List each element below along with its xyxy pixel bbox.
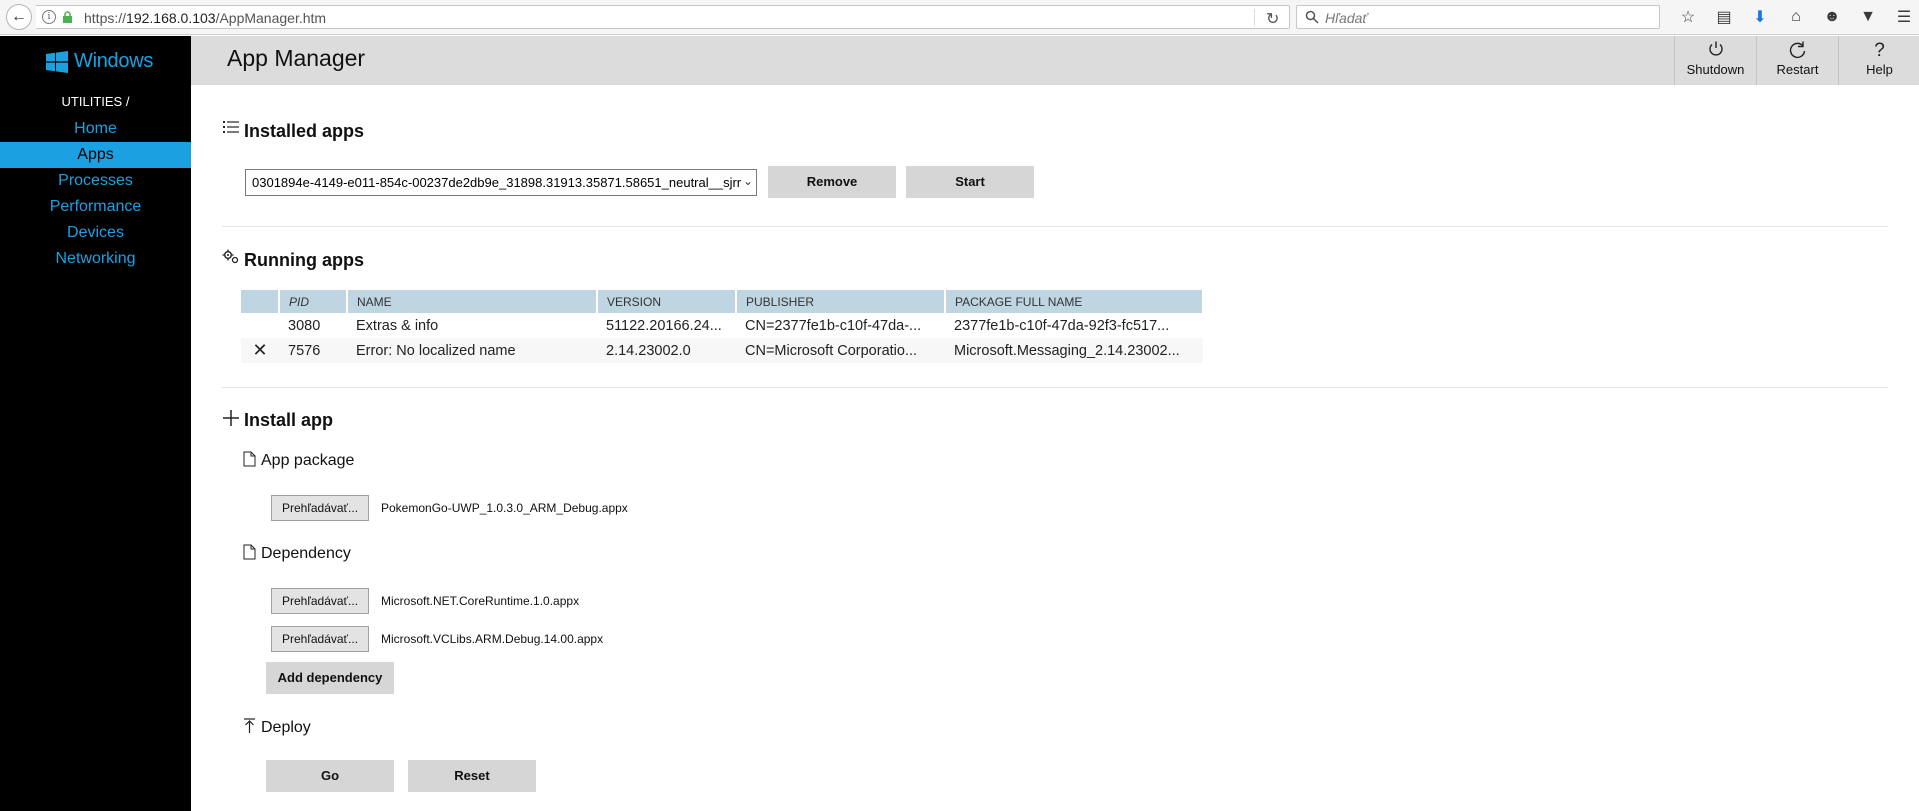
page-title: App Manager (227, 45, 366, 71)
app-package-label: App package (261, 452, 355, 469)
chevron-down-icon: ⌄ (740, 174, 753, 188)
table-header-row: PID NAME VERSION PUBLISHER PACKAGE FULL … (241, 290, 1204, 313)
search-input[interactable]: Hľadať (1296, 5, 1660, 29)
deploy-label: Deploy (261, 719, 311, 736)
name-cell: Extras & info (356, 317, 439, 334)
column-header-version[interactable]: VERSION (597, 290, 737, 313)
lock-icon (63, 11, 72, 23)
plus-icon (223, 410, 239, 426)
sidebar-item-networking[interactable]: Networking (0, 246, 191, 272)
column-header-package[interactable]: PACKAGE FULL NAME (945, 290, 1204, 313)
address-bar[interactable]: i https://192.168.0.103/AppManager.htm ↻ (36, 5, 1290, 29)
installed-app-select[interactable]: 0301894e-4149-e011-854c-00237de2db9e_318… (245, 169, 757, 196)
publisher-cell: CN=2377fe1b-c10f-47da-... (745, 317, 922, 334)
app-package-file-name: PokemonGo-UWP_1.0.3.0_ARM_Debug.appx (381, 501, 628, 515)
dependency-label: Dependency (261, 545, 351, 562)
bookmarks-list-icon[interactable]: ▤ (1706, 6, 1742, 28)
package-cell: 2377fe1b-c10f-47da-92f3-fc517... (954, 317, 1170, 334)
menu-icon[interactable]: ☰ (1886, 6, 1919, 28)
reset-button[interactable]: Reset (408, 760, 536, 792)
running-apps-title: Running apps (244, 250, 364, 270)
go-button[interactable]: Go (266, 760, 394, 792)
hello-icon[interactable]: ☻ (1814, 6, 1850, 28)
restart-button[interactable]: Restart (1756, 36, 1838, 85)
installed-app-selected-value: 0301894e-4149-e011-854c-00237de2db9e_318… (252, 175, 742, 190)
dependency-file-name: Microsoft.NET.CoreRuntime.1.0.appx (381, 594, 580, 608)
table-row: ✕ 7576 Error: No localized name 2.14.230… (241, 338, 1203, 363)
dependency-browse-button[interactable]: Prehľadávať... (271, 626, 370, 652)
home-icon[interactable]: ⌂ (1778, 6, 1814, 28)
install-app-title: Install app (244, 410, 334, 430)
version-cell: 51122.20166.24... (606, 317, 722, 334)
document-icon (243, 544, 256, 560)
url-text: https://192.168.0.103/AppManager.htm (84, 10, 327, 26)
sidebar-item-performance[interactable]: Performance (0, 194, 191, 220)
column-header-pid[interactable]: PID (279, 290, 348, 313)
list-icon (223, 121, 239, 133)
info-icon[interactable]: i (42, 10, 56, 24)
column-header-name[interactable]: NAME (347, 290, 598, 313)
remove-button[interactable]: Remove (768, 166, 896, 198)
help-icon: ? (1874, 40, 1885, 61)
bookmark-star-icon[interactable]: ☆ (1670, 6, 1706, 28)
name-cell: Error: No localized name (347, 338, 597, 363)
sidebar-nav: Home Apps Processes Performance Devices … (0, 116, 191, 272)
dependency-browse-button[interactable]: Prehľadávať... (271, 588, 370, 614)
kill-column-header (241, 290, 280, 313)
version-cell: 2.14.23002.0 (597, 338, 736, 363)
main-content: Installed apps 0301894e-4149-e011-854c-0… (191, 85, 1919, 811)
add-dependency-button[interactable]: Add dependency (266, 662, 394, 694)
installed-apps-title: Installed apps (244, 121, 365, 141)
logo-text: Windows (74, 50, 154, 72)
search-placeholder: Hľadať (1325, 10, 1368, 26)
windows-logo: Windows (46, 50, 153, 73)
windows-logo-icon (46, 50, 68, 73)
running-apps-table: PID NAME VERSION PUBLISHER PACKAGE FULL … (241, 290, 1204, 363)
sidebar-item-apps[interactable]: Apps (0, 142, 191, 168)
page-header: App Manager Shutdown Restart ? Help (191, 36, 1919, 85)
download-icon[interactable]: ⬇ (1742, 6, 1778, 28)
kill-process-icon[interactable]: ✕ (241, 338, 279, 363)
reload-icon[interactable]: ↻ (1266, 9, 1279, 29)
sidebar-heading: UTILITIES / (61, 94, 130, 109)
restart-label: Restart (1776, 62, 1819, 77)
sidebar-item-home[interactable]: Home (0, 116, 191, 142)
publisher-cell: CN=Microsoft Corporatio... (736, 338, 945, 363)
package-cell: Microsoft.Messaging_2.14.23002... (945, 338, 1203, 363)
shutdown-button[interactable]: Shutdown (1674, 36, 1756, 85)
divider (222, 226, 1888, 227)
start-button[interactable]: Start (906, 166, 1034, 198)
upload-icon (244, 718, 255, 733)
browser-toolbar: ← i https://192.168.0.103/AppManager.htm… (0, 0, 1919, 35)
help-label: Help (1866, 62, 1893, 77)
help-button[interactable]: ? Help (1838, 36, 1919, 85)
pid-cell: 3080 (288, 317, 321, 334)
table-row: 3080 Extras & info 51122.20166.24... CN=… (241, 313, 1203, 338)
divider (222, 387, 1888, 388)
sidebar-item-devices[interactable]: Devices (0, 220, 191, 246)
url-separator (1254, 9, 1255, 26)
column-header-publisher[interactable]: PUBLISHER (736, 290, 946, 313)
back-arrow-icon[interactable]: ← (6, 4, 32, 30)
app-package-browse-button[interactable]: Prehľadávať... (271, 495, 370, 521)
document-icon (243, 451, 256, 467)
search-icon (1305, 10, 1319, 24)
dependency-file-name: Microsoft.VCLibs.ARM.Debug.14.00.appx (381, 632, 604, 646)
pid-cell: 7576 (279, 338, 347, 363)
kill-cell (241, 313, 279, 338)
sidebar: Windows UTILITIES / Home Apps Processes … (0, 36, 191, 811)
pocket-icon[interactable]: ▼ (1850, 6, 1886, 28)
gears-icon (222, 249, 239, 264)
power-icon (1675, 36, 1756, 62)
shutdown-label: Shutdown (1686, 62, 1745, 77)
sidebar-item-processes[interactable]: Processes (0, 168, 191, 194)
restart-icon (1757, 36, 1838, 62)
